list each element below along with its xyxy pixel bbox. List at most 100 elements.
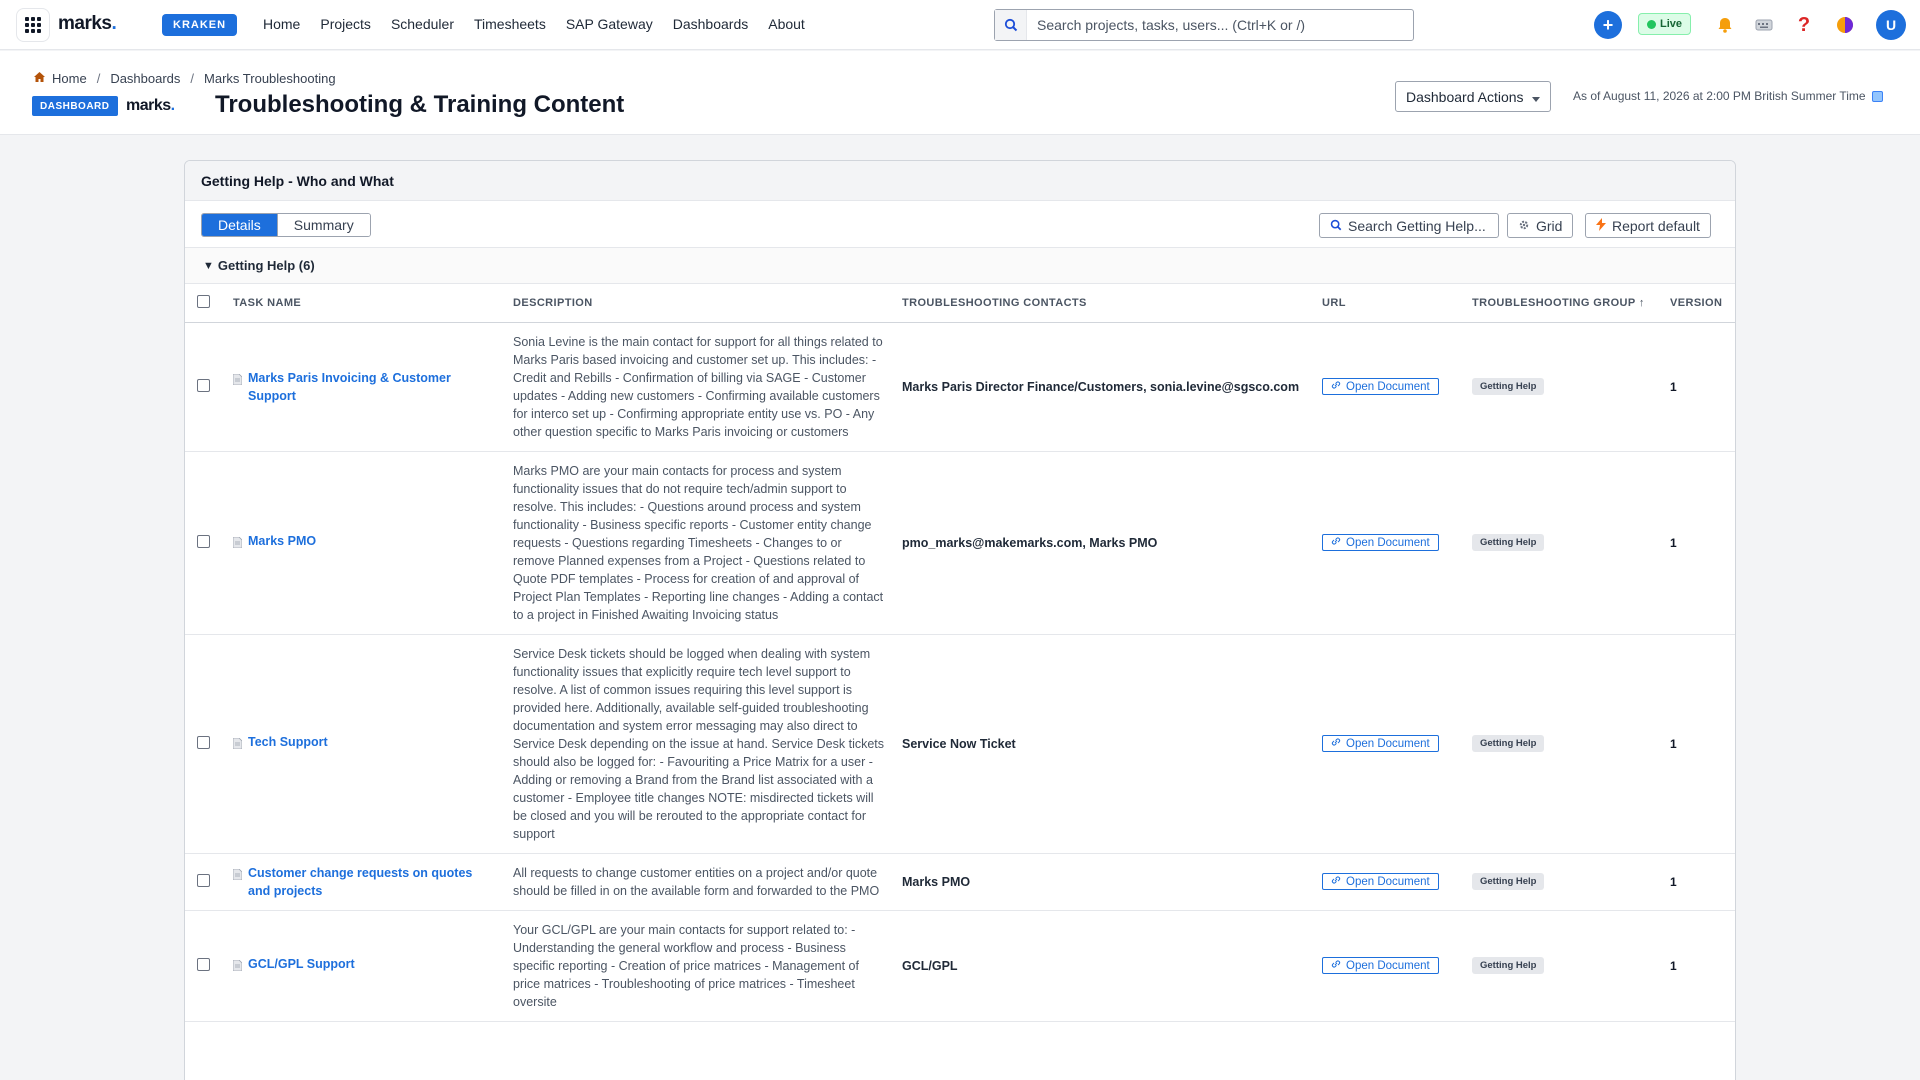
open-document-link[interactable]: Open Document: [1322, 873, 1439, 890]
version-value: 1: [1670, 874, 1677, 889]
task-name-text: Customer change requests on quotes and p…: [248, 865, 473, 898]
breadcrumb-current: Marks Troubleshooting: [204, 71, 336, 86]
theme-toggle-icon[interactable]: [1834, 14, 1856, 36]
view-toggle: Details Summary: [201, 213, 371, 237]
open-document-link[interactable]: Open Document: [1322, 534, 1439, 551]
nav-link-dashboards[interactable]: Dashboards: [673, 16, 749, 32]
panel-toolbar: Details Summary Search Getting Help... G…: [185, 201, 1735, 248]
document-icon: [232, 372, 243, 390]
open-document-label: Open Document: [1346, 737, 1430, 750]
breadcrumb-dashboards[interactable]: Dashboards: [110, 71, 180, 86]
open-document-link[interactable]: Open Document: [1322, 957, 1439, 974]
document-icon: [232, 958, 243, 976]
live-dot-icon: [1647, 19, 1656, 29]
table-row[interactable]: GCL/GPL Support Your GCL/GPL are your ma…: [185, 910, 1735, 1022]
search-getting-help-label: Search Getting Help...: [1348, 217, 1486, 234]
user-avatar[interactable]: U: [1876, 10, 1906, 40]
task-name-link[interactable]: Customer change requests on quotes and p…: [232, 864, 497, 900]
nav-link-timesheets[interactable]: Timesheets: [474, 16, 546, 32]
row-checkbox[interactable]: [197, 735, 210, 749]
column-header-task-name[interactable]: TASK NAME: [225, 284, 505, 323]
task-description: Service Desk tickets should be logged wh…: [513, 646, 885, 841]
column-header-url[interactable]: URL: [1314, 284, 1464, 323]
link-icon: [1331, 737, 1341, 750]
version-value: 1: [1670, 736, 1677, 751]
table-row[interactable]: Marks Paris Invoicing & Customer Support…: [185, 322, 1735, 452]
nav-link-scheduler[interactable]: Scheduler: [391, 16, 454, 32]
group-badge: Getting Help: [1472, 873, 1545, 890]
tab-summary[interactable]: Summary: [276, 214, 370, 236]
task-description: All requests to change customer entities…: [513, 865, 880, 898]
row-checkbox[interactable]: [197, 873, 210, 887]
open-document-label: Open Document: [1346, 875, 1430, 888]
report-default-label: Report default: [1612, 217, 1700, 234]
caret-down-icon: ▼: [203, 259, 214, 272]
open-document-label: Open Document: [1346, 959, 1430, 972]
live-status-toggle[interactable]: Live: [1638, 13, 1692, 35]
task-name-text: GCL/GPL Support: [248, 957, 355, 971]
task-name-link[interactable]: Tech Support: [232, 733, 497, 754]
task-name-link[interactable]: Marks Paris Invoicing & Customer Support: [232, 369, 497, 405]
version-value: 1: [1670, 379, 1677, 394]
group-badge: Getting Help: [1472, 534, 1545, 551]
nav-link-projects[interactable]: Projects: [320, 16, 371, 32]
open-document-link[interactable]: Open Document: [1322, 735, 1439, 752]
open-document-link[interactable]: Open Document: [1322, 378, 1439, 395]
report-default-button[interactable]: Report default: [1585, 213, 1711, 238]
brand-logo[interactable]: marks.: [58, 13, 117, 35]
troubleshooting-contact: GCL/GPL: [902, 958, 958, 973]
global-search[interactable]: Search projects, tasks, users... (Ctrl+K…: [994, 9, 1414, 41]
open-document-label: Open Document: [1346, 536, 1430, 549]
dashboard-actions-dropdown[interactable]: Dashboard Actions: [1395, 81, 1551, 112]
task-description: Sonia Levine is the main contact for sup…: [513, 334, 883, 439]
table-row[interactable]: Marks PMO Marks PMO are your main contac…: [185, 451, 1735, 635]
as-of-text: As of August 11, 2026 at 2:00 PM British…: [1573, 89, 1866, 103]
troubleshooting-contact: Service Now Ticket: [902, 736, 1016, 751]
row-checkbox[interactable]: [197, 957, 210, 971]
group-badge: Getting Help: [1472, 957, 1545, 974]
refresh-icon[interactable]: [1871, 90, 1883, 102]
row-checkbox[interactable]: [197, 534, 210, 548]
page-header: Home / Dashboards / Marks Troubleshootin…: [0, 51, 1920, 135]
table-row[interactable]: Customer change requests on quotes and p…: [185, 853, 1735, 911]
nav-link-home[interactable]: Home: [263, 16, 300, 32]
home-icon: [33, 71, 46, 86]
breadcrumb-home[interactable]: Home: [52, 71, 87, 86]
create-new-button[interactable]: +: [1594, 11, 1622, 39]
keyboard-icon[interactable]: [1753, 14, 1775, 36]
column-header-version[interactable]: VERSION: [1662, 284, 1735, 323]
nav-link-about[interactable]: About: [768, 16, 805, 32]
nav-link-sap-gateway[interactable]: SAP Gateway: [566, 16, 653, 32]
select-all-checkbox[interactable]: [197, 294, 210, 308]
table-header-row: TASK NAME DESCRIPTION TROUBLESHOOTING CO…: [185, 284, 1735, 323]
grid-button[interactable]: Grid: [1507, 213, 1574, 238]
grid-icon: [25, 17, 41, 33]
grid-label: Grid: [1536, 217, 1563, 234]
caret-down-icon: [1531, 89, 1540, 105]
bell-icon[interactable]: [1714, 14, 1736, 36]
column-header-description[interactable]: DESCRIPTION: [505, 284, 894, 323]
page-title: Troubleshooting & Training Content: [215, 91, 625, 118]
help-icon[interactable]: ?: [1793, 14, 1815, 36]
dashboard-actions-label: Dashboard Actions: [1406, 88, 1524, 105]
top-nav: marks. KRAKEN Home Projects Scheduler Ti…: [0, 0, 1920, 50]
document-icon: [232, 736, 243, 754]
getting-help-panel: Getting Help - Who and What Details Summ…: [184, 160, 1736, 1080]
app-launcher-button[interactable]: [16, 8, 50, 42]
group-header-getting-help[interactable]: ▼ Getting Help (6): [185, 248, 1735, 284]
row-checkbox[interactable]: [197, 378, 210, 392]
search-icon: [1330, 218, 1342, 234]
task-name-link[interactable]: GCL/GPL Support: [232, 955, 497, 976]
getting-help-table: TASK NAME DESCRIPTION TROUBLESHOOTING CO…: [185, 284, 1735, 1022]
environment-badge: KRAKEN: [162, 14, 238, 36]
column-header-group[interactable]: TROUBLESHOOTING GROUP ↑: [1464, 284, 1662, 323]
table-row[interactable]: Tech Support Service Desk tickets should…: [185, 634, 1735, 854]
task-name-text: Marks PMO: [248, 534, 317, 548]
column-header-contacts[interactable]: TROUBLESHOOTING CONTACTS: [894, 284, 1314, 323]
open-document-label: Open Document: [1346, 380, 1430, 393]
task-name-link[interactable]: Marks PMO: [232, 532, 497, 553]
search-getting-help-button[interactable]: Search Getting Help...: [1319, 213, 1499, 238]
task-description: Marks PMO are your main contacts for pro…: [513, 463, 884, 622]
search-placeholder[interactable]: Search projects, tasks, users... (Ctrl+K…: [1027, 17, 1305, 33]
tab-details[interactable]: Details: [202, 214, 277, 236]
